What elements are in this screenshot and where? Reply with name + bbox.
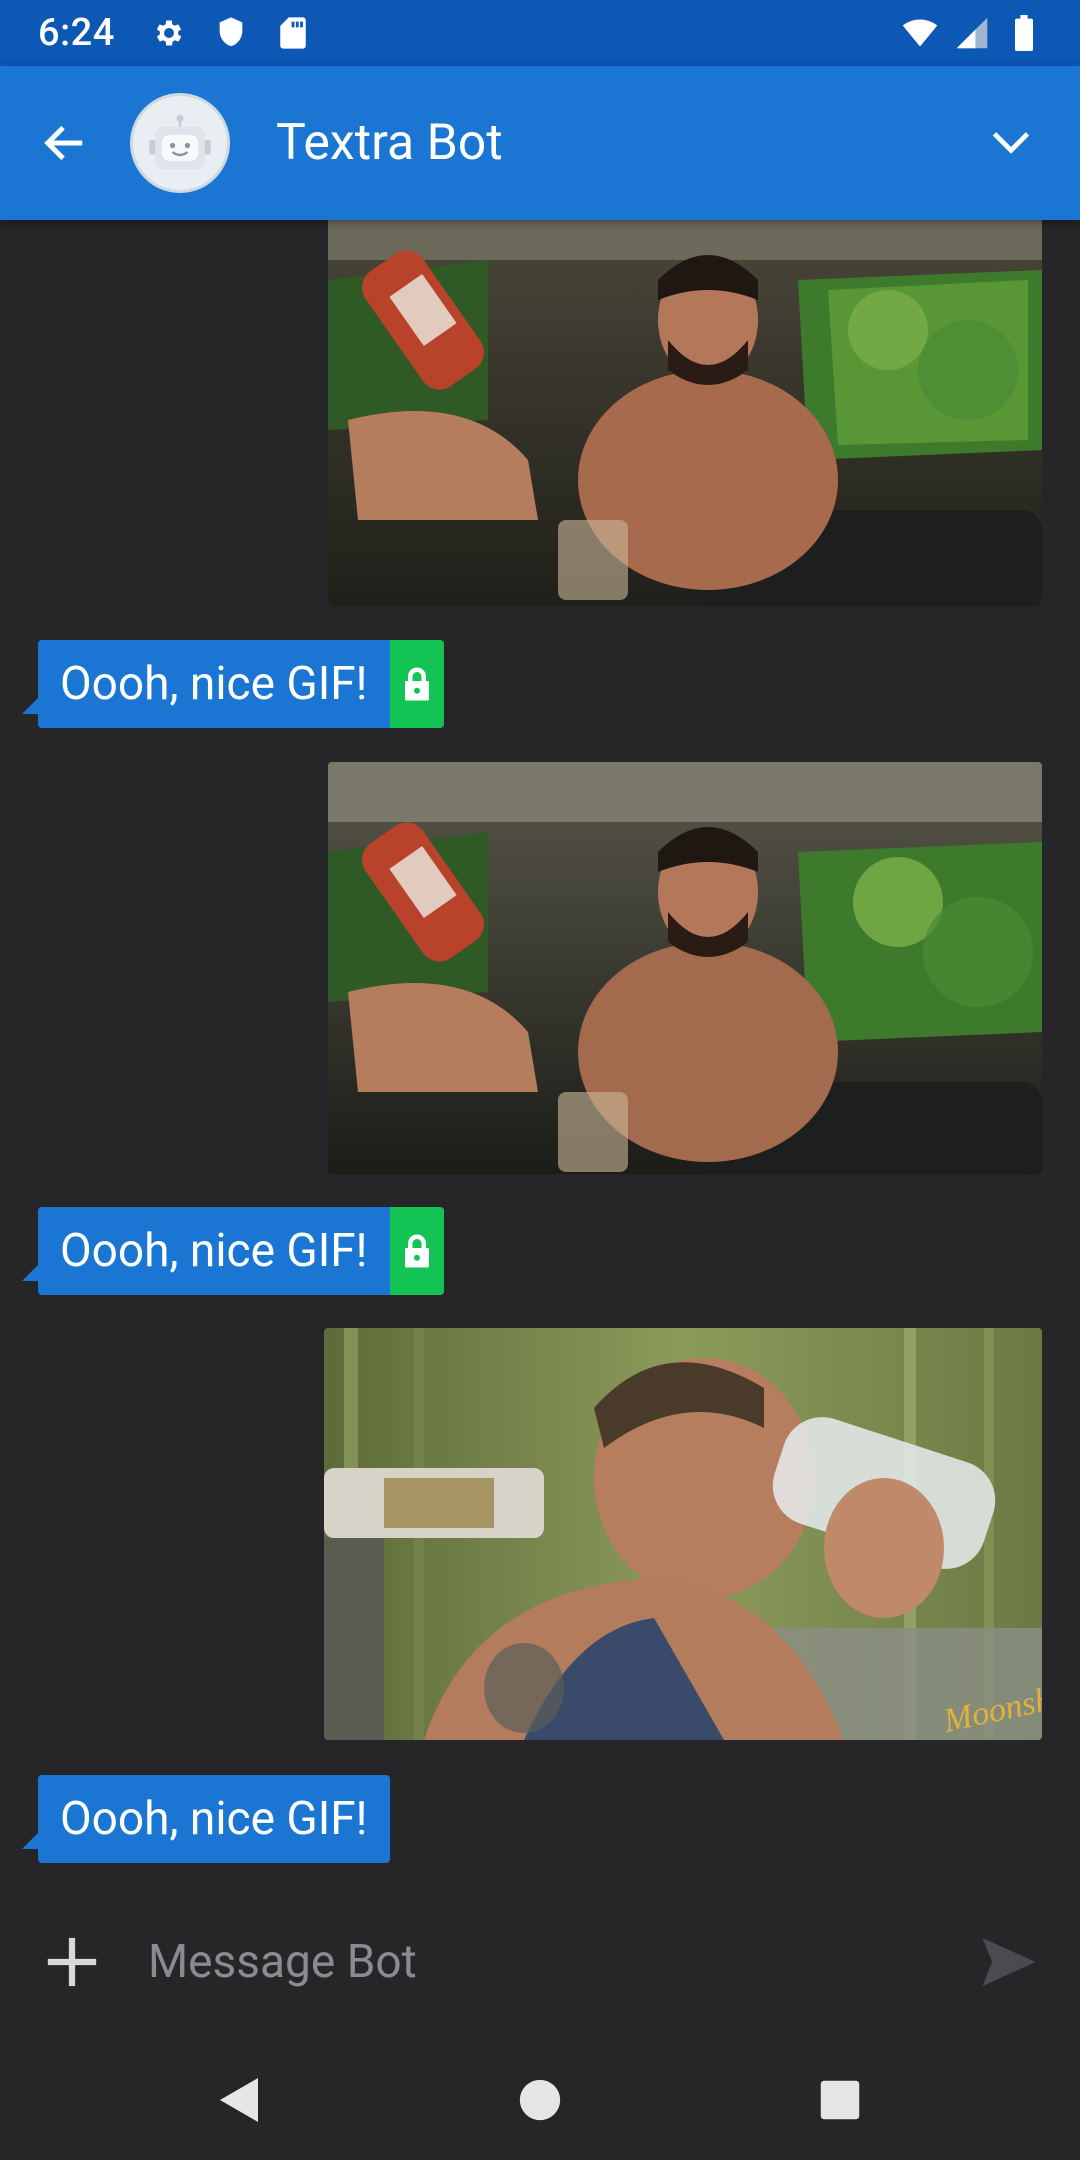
- send-icon: [982, 1937, 1036, 1987]
- lock-icon: [404, 667, 429, 701]
- message-text: Oooh, nice GIF!: [60, 1792, 368, 1846]
- incoming-message-2[interactable]: Oooh, nice GIF!: [22, 1207, 444, 1295]
- message-input[interactable]: [148, 1922, 928, 2002]
- status-icons-left: [151, 15, 311, 51]
- wifi-icon: [902, 15, 938, 51]
- home-circle-icon: [519, 2079, 561, 2121]
- incoming-message-1[interactable]: Oooh, nice GIF!: [22, 640, 444, 728]
- sd-card-icon: [275, 15, 311, 51]
- conversation-title: Textra Bot: [276, 114, 503, 172]
- back-button[interactable]: [32, 110, 98, 176]
- encryption-badge: [389, 640, 444, 728]
- nav-back-button[interactable]: [200, 2060, 280, 2140]
- attach-button[interactable]: [36, 1926, 108, 1998]
- app-bar: Textra Bot: [0, 66, 1080, 220]
- lock-icon: [404, 1234, 429, 1268]
- status-icons-right: [902, 15, 1042, 51]
- nav-recents-button[interactable]: [800, 2060, 880, 2140]
- settings-icon: [151, 15, 187, 51]
- signal-icon: [954, 15, 990, 51]
- gif-message-1[interactable]: [328, 220, 1042, 606]
- gif-image: Moonshiners: [324, 1328, 1042, 1740]
- status-bar: 6:24: [0, 0, 1080, 66]
- gif-image: [328, 220, 1042, 606]
- arrow-left-icon: [44, 125, 83, 161]
- gif-message-3[interactable]: Moonshiners: [324, 1328, 1042, 1740]
- navigation-bar: [0, 2040, 1080, 2160]
- encryption-badge: [389, 1207, 444, 1295]
- recents-square-icon: [820, 2080, 860, 2120]
- back-triangle-icon: [220, 2078, 258, 2122]
- gif-image: [328, 762, 1042, 1174]
- robot-icon: [149, 114, 211, 170]
- incoming-message-3[interactable]: Oooh, nice GIF!: [22, 1775, 390, 1863]
- composer: [0, 1912, 1080, 2012]
- nav-home-button[interactable]: [500, 2060, 580, 2140]
- expand-menu-button[interactable]: [978, 110, 1044, 176]
- plus-icon: [47, 1937, 97, 1987]
- message-text: Oooh, nice GIF!: [60, 657, 368, 711]
- battery-icon: [1006, 15, 1042, 51]
- status-time: 6:24: [38, 11, 115, 55]
- shield-icon: [213, 15, 249, 51]
- avatar[interactable]: [130, 93, 230, 193]
- gif-message-2[interactable]: [328, 762, 1042, 1174]
- send-button[interactable]: [974, 1927, 1044, 1997]
- message-text: Oooh, nice GIF!: [60, 1224, 368, 1278]
- chevron-down-icon: [992, 132, 1030, 154]
